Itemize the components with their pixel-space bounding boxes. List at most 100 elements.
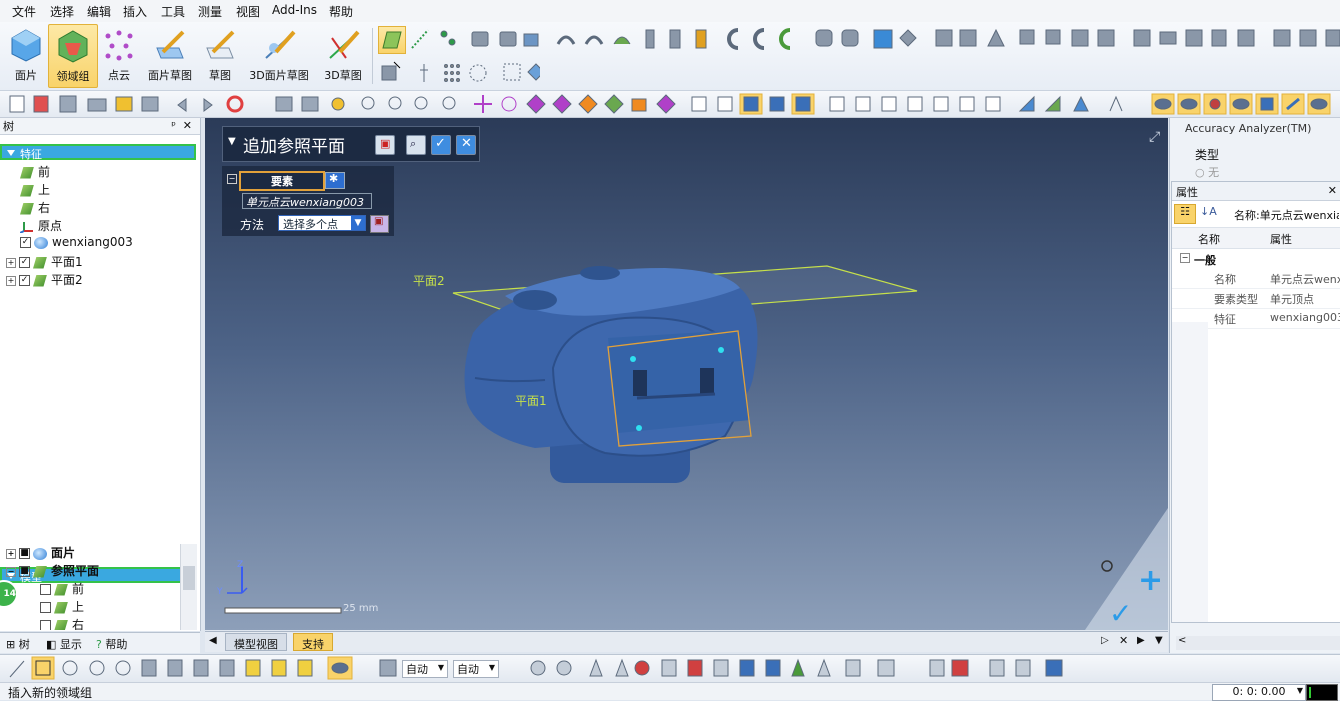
visibility-checkbox[interactable]: ■ [19,566,30,577]
visibility-checkbox[interactable] [40,584,51,595]
chevron-down-icon[interactable]: ▼ [1155,635,1163,646]
mesh-button[interactable]: 面片 [4,24,48,86]
model-item-front[interactable]: 前 [40,580,84,598]
sketch-button[interactable]: 草图 [200,24,240,86]
tab-display[interactable]: ◧ 显示 [46,636,82,652]
expand-icon[interactable]: + [6,548,16,559]
scroll-right-icon[interactable]: ▷ [1101,635,1109,646]
next-icon[interactable]: ▶ [1137,635,1145,646]
element-value: 单元点云wenxiang003 [246,196,364,209]
menu-file[interactable]: 文件 [12,3,36,20]
chevron-down-icon[interactable]: ▼ [351,216,365,230]
standard-toolbar [0,91,1340,118]
notification-badge[interactable]: 14 [0,580,18,608]
ok-button[interactable]: ✓ [431,135,451,155]
type-none-radio[interactable]: ○ 无 [1195,164,1219,180]
collapse-icon[interactable]: − [6,566,16,577]
collapse-icon[interactable]: − [1180,253,1190,263]
model-item-right[interactable]: 右 [40,616,84,630]
element-field[interactable]: 单元点云wenxiang003 [242,193,372,209]
3d-sketch-icon [329,30,360,59]
tab-tree[interactable]: ⊞ 树 [6,636,30,652]
model-item-ref-planes[interactable]: − ■ 参照平面 [6,562,99,580]
element-options-button[interactable]: ✱ [325,172,345,189]
tab-model-view[interactable]: 模型视图 [225,633,287,651]
tab-help[interactable]: ? 帮助 [96,636,127,652]
selection-mode-dropdown[interactable]: 自动 ▼ [402,660,448,678]
pin-icon[interactable]: ᵖ [171,119,176,132]
point-cloud-button[interactable]: 点云 [98,24,140,86]
visibility-checkbox[interactable] [40,620,51,630]
categorized-icon[interactable]: ☷ [1174,204,1196,224]
menu-select[interactable]: 选择 [50,3,74,20]
viewport-tabs: ◀ 模型视图 支持 ▷ ✕ ▶ ▼ [205,631,1168,652]
collapse-section-icon[interactable]: − [227,174,237,184]
scroll-left-icon[interactable]: ◀ [209,635,217,646]
expand-icon[interactable]: + [6,257,16,268]
scrollbar-thumb[interactable] [183,566,195,590]
selected-point[interactable] [636,425,642,431]
menu-tools[interactable]: 工具 [161,3,185,20]
menu-insert[interactable]: 插入 [123,3,147,20]
mesh-icon [34,236,48,249]
selected-point[interactable] [630,356,636,362]
tree-item-wenxiang003[interactable]: ✓ wenxiang003 [20,235,133,253]
features-header[interactable]: 特征 [0,144,196,161]
tree-item-top[interactable]: 上 [20,181,50,199]
preview-lock-button[interactable]: ▣ [375,135,395,155]
expand-icon[interactable]: + [6,275,16,286]
method-settings-button[interactable]: ▣ [370,215,389,233]
collapse-icon[interactable]: ▼ [228,136,236,147]
tree-title-text: 树 [3,120,14,133]
3d-sketch-button[interactable]: 3D草图 [320,24,366,86]
visibility-checkbox[interactable]: ✓ [19,257,30,268]
property-value: 单元点云wenxiang003 [1270,273,1340,286]
visibility-checkbox[interactable] [40,602,51,613]
region-group-button[interactable]: 领域组 [48,24,98,88]
plane2-label: 平面2 [413,274,445,288]
preview-button[interactable]: ⌕ [406,135,426,155]
maximize-icon[interactable]: ⤢ [1149,129,1160,145]
help-icon: ? [96,638,102,651]
chevron-down-icon: ▼ [437,663,444,672]
tab-support[interactable]: 支持 [293,633,333,651]
scroll-left-icon[interactable]: < [1178,635,1186,646]
close-icon[interactable]: ✕ [1328,184,1337,197]
add-icon[interactable]: + [1138,563,1163,598]
element-section-label[interactable]: 要素 [239,171,325,191]
property-group-general[interactable]: − 一般 [1172,249,1340,269]
property-row[interactable]: 要素类型 单元顶点 [1172,288,1340,309]
mesh-sketch-button[interactable]: 面片草图 [144,24,196,86]
model-item-mesh[interactable]: + ■ 面片 [6,544,75,562]
tree-scrollbar[interactable] [180,544,197,630]
properties-header: 名称 属性 [1172,228,1340,249]
visibility-checkbox[interactable]: ✓ [20,237,31,248]
elapsed-time-field[interactable]: 0: 0: 0.00 ▼ [1212,684,1306,701]
tree-item-right[interactable]: 右 [20,199,50,217]
filter-dropdown[interactable]: 自动 ▼ [453,660,499,678]
tree-item-plane1[interactable]: + ✓ 平面1 [6,253,83,271]
visibility-checkbox[interactable]: ■ [19,548,30,559]
method-select[interactable]: 选择多个点 ▼ [278,215,366,231]
selected-point[interactable] [718,347,724,353]
menu-measure[interactable]: 测量 [198,3,222,20]
menu-addins[interactable]: Add-Ins [272,3,317,17]
close-icon[interactable]: ✕ [183,119,192,132]
3d-mesh-sketch-button[interactable]: 3D面片草图 [247,24,311,86]
menu-edit[interactable]: 编辑 [87,3,111,20]
tree-item-plane2[interactable]: + ✓ 平面2 [6,271,83,289]
plane-tool-button[interactable] [378,26,406,54]
menu-view[interactable]: 视图 [236,3,260,20]
tree-item-front[interactable]: 前 [20,163,50,181]
visibility-checkbox[interactable]: ✓ [19,275,30,286]
cancel-button[interactable]: ✕ [456,135,476,155]
sort-az-icon[interactable]: ↓A [1200,205,1217,218]
property-row[interactable]: 名称 单元点云wenxiang003 [1172,268,1340,289]
menu-help[interactable]: 帮助 [329,3,353,20]
model-item-top[interactable]: 上 [40,598,84,616]
chevron-down-icon[interactable]: ▼ [1297,686,1303,695]
close-tab-icon[interactable]: ✕ [1119,634,1128,647]
right-panel-scrollbar[interactable]: < [1176,635,1340,650]
confirm-check-icon[interactable]: ✓ [1109,597,1132,630]
tree-item-origin[interactable]: 原点 [20,217,62,235]
